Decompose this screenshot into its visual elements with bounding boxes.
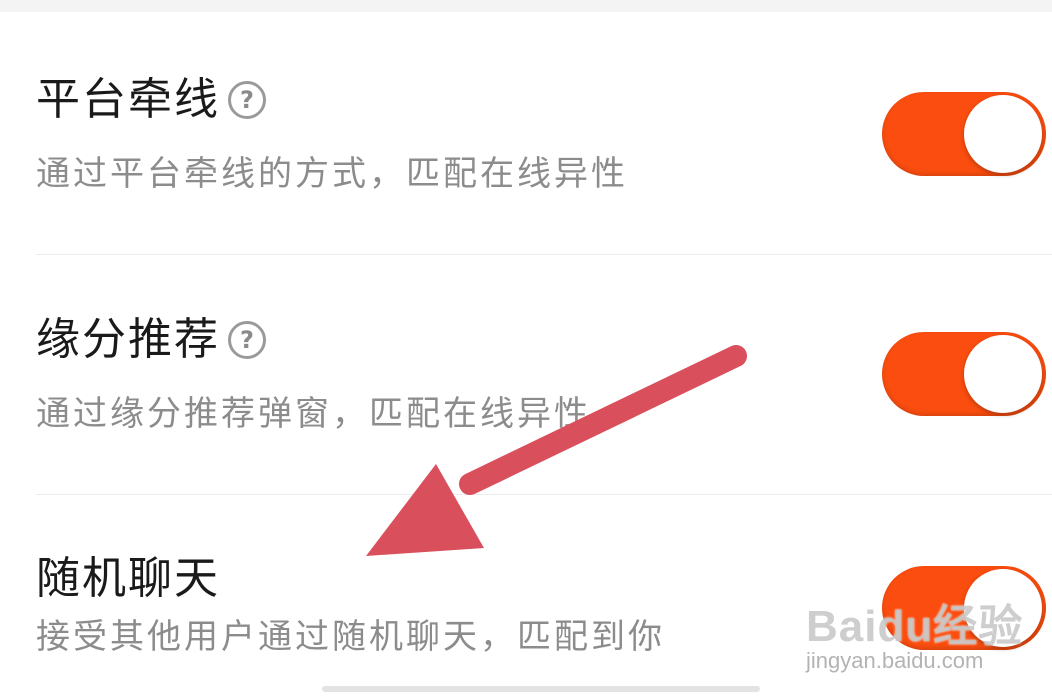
help-icon[interactable]: ? [228, 321, 266, 359]
divider [36, 494, 1052, 495]
home-indicator[interactable] [322, 686, 760, 692]
toggle-knob [964, 95, 1042, 173]
setting-title-line: 平台牵线 ? [36, 78, 266, 122]
setting-title-line: 缘分推荐 ? [36, 318, 266, 362]
setting-description: 接受其他用户通过随机聊天，匹配到你 [36, 617, 665, 657]
toggle-switch-fate-recommend[interactable] [882, 332, 1046, 416]
setting-description: 通过缘分推荐弹窗，匹配在线异性 [36, 394, 591, 434]
setting-title: 缘分推荐 [36, 314, 220, 365]
toggle-knob [964, 335, 1042, 413]
top-bar-strip [0, 0, 1052, 12]
setting-title: 随机聊天 [36, 553, 220, 604]
divider [36, 254, 1052, 255]
toggle-switch-platform-match[interactable] [882, 92, 1046, 176]
setting-title-line: 随机聊天 [36, 557, 220, 601]
baidu-watermark: Baidu经验 jingyan.baidu.com [806, 578, 1046, 688]
arrow-head [366, 464, 484, 556]
setting-description: 通过平台牵线的方式，匹配在线异性 [36, 154, 628, 194]
watermark-url: jingyan.baidu.com [806, 648, 984, 673]
help-icon[interactable]: ? [228, 81, 266, 119]
setting-title: 平台牵线 [36, 74, 220, 125]
watermark-brand: Baidu经验 [806, 602, 1024, 651]
